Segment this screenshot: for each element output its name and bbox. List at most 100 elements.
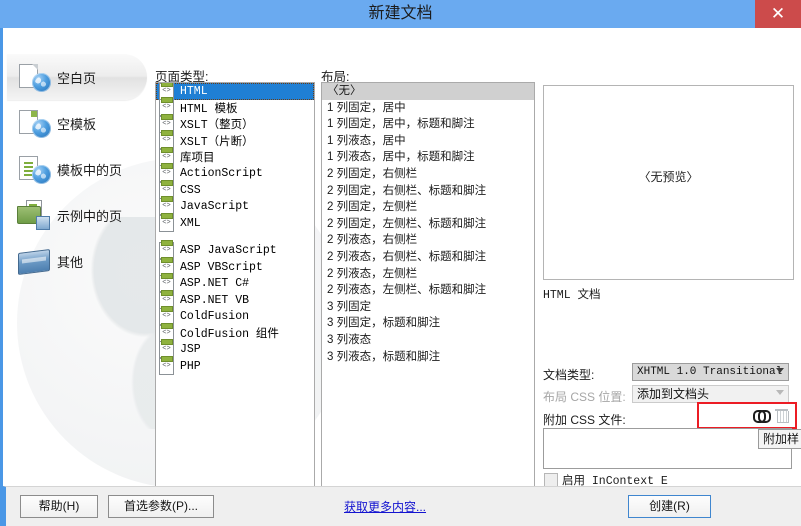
preview-box: 〈无预览〉 [543, 85, 794, 280]
preferences-button[interactable]: 首选参数(P)... [108, 495, 214, 518]
list-item[interactable]: 2 列固定，右侧栏 [322, 166, 534, 183]
list-item[interactable]: 2 列液态，右侧栏 [322, 232, 534, 249]
doctype-label: 文档类型: [543, 368, 595, 382]
layout-list[interactable]: 〈无〉 1 列固定，居中 1 列固定，居中，标题和脚注 1 列液态，居中 1 列… [321, 82, 535, 488]
sidebar-item-blank-page[interactable]: 空白页 [7, 54, 147, 100]
attach-css-label: 附加 CSS 文件: [543, 413, 626, 427]
list-item[interactable]: 2 列固定，右侧栏、标题和脚注 [322, 183, 534, 200]
new-document-dialog: 新建文档 ✕ 空白页 空模板 模板中的页 示例中的页 其他 页面类型: <> H… [0, 0, 801, 526]
attach-css-file-list[interactable] [543, 428, 792, 469]
list-item-label: HTML 模板 [180, 102, 238, 116]
list-item[interactable]: JSP [156, 339, 314, 359]
list-item[interactable]: 3 列液态 [322, 332, 534, 349]
preview-caption: HTML 文档 [543, 289, 601, 302]
css-position-label: 布局 CSS 位置: [543, 390, 626, 404]
code-file-icon [159, 212, 174, 232]
page-from-sample-icon [17, 200, 51, 230]
blank-page-icon [17, 62, 51, 92]
list-item[interactable]: ActionScript [156, 163, 314, 183]
list-item[interactable]: 3 列固定，标题和脚注 [322, 315, 534, 332]
list-item[interactable]: 3 列固定 [322, 299, 534, 316]
dialog-body: 空白页 空模板 模板中的页 示例中的页 其他 页面类型: <> HTML <> … [0, 28, 801, 526]
css-position-select: 添加到文档头 [632, 385, 789, 403]
chevron-down-icon [776, 368, 784, 373]
list-item[interactable]: ASP.NET C# [156, 273, 314, 293]
list-item[interactable]: 2 列液态，左侧栏 [322, 266, 534, 283]
list-item[interactable]: 2 列固定，左侧栏 [322, 199, 534, 216]
tooltip: 附加样 [758, 429, 801, 449]
title-bar: 新建文档 ✕ [0, 0, 801, 28]
sidebar-item-blank-template[interactable]: 空模板 [7, 100, 147, 146]
create-button[interactable]: 创建(R) [628, 495, 711, 518]
list-item-label: JavaScript [180, 200, 250, 214]
list-item[interactable]: XSLT（整页） [156, 113, 314, 133]
list-item-label: ASP.NET C# [180, 277, 250, 291]
doctype-value: XHTML 1.0 Transitional [637, 366, 783, 378]
list-item[interactable]: PHP [156, 355, 314, 375]
list-item-label: XML [180, 216, 201, 230]
list-item-label: HTML [180, 84, 208, 98]
list-item[interactable]: 1 列固定，居中 [322, 100, 534, 117]
list-item-label: ASP VBScript [180, 260, 263, 274]
blank-template-icon [17, 108, 51, 138]
category-label: 空白页 [57, 70, 97, 86]
sidebar-item-page-from-sample[interactable]: 示例中的页 [7, 192, 147, 238]
list-item[interactable]: 1 列液态，居中 [322, 133, 534, 150]
list-item-label: ASP.NET VB [180, 293, 250, 307]
category-list: 空白页 空模板 模板中的页 示例中的页 其他 [7, 54, 147, 284]
doctype-select[interactable]: XHTML 1.0 Transitional [632, 363, 789, 381]
list-item[interactable]: 1 列液态，居中，标题和脚注 [322, 149, 534, 166]
checkbox-icon[interactable] [544, 473, 558, 487]
window-title: 新建文档 [368, 5, 433, 22]
list-item[interactable]: 1 列固定，居中，标题和脚注 [322, 116, 534, 133]
close-button[interactable]: ✕ [755, 0, 801, 28]
category-label: 其他 [57, 254, 84, 270]
list-item[interactable]: 〈无〉 [322, 83, 534, 100]
list-item[interactable]: CSS [156, 179, 314, 199]
list-item[interactable]: HTML [156, 83, 314, 100]
list-item[interactable]: ASP.NET VB [156, 289, 314, 309]
sidebar-item-page-from-template[interactable]: 模板中的页 [7, 146, 147, 192]
list-item[interactable]: HTML 模板 [156, 97, 314, 117]
list-item[interactable]: 2 列液态，左侧栏、标题和脚注 [322, 282, 534, 299]
category-label: 空模板 [57, 116, 97, 132]
page-from-template-icon [17, 154, 51, 184]
code-file-icon [159, 355, 174, 375]
attach-link-icon[interactable] [753, 409, 771, 423]
category-label: 示例中的页 [57, 208, 123, 224]
trash-icon[interactable] [775, 408, 789, 423]
list-item[interactable]: ColdFusion [156, 306, 314, 326]
list-item[interactable]: 库项目 [156, 146, 314, 166]
list-item[interactable]: 3 列液态，标题和脚注 [322, 349, 534, 366]
list-item-label: XSLT（整页） [180, 119, 254, 133]
list-item-label: CSS [180, 183, 201, 197]
other-icon [17, 246, 51, 276]
list-item-label: PHP [180, 359, 201, 373]
css-position-value: 添加到文档头 [637, 387, 710, 401]
list-item-label: ColdFusion 组件 [180, 328, 279, 342]
list-item-label: ColdFusion [180, 310, 250, 324]
list-item[interactable]: JavaScript [156, 196, 314, 216]
list-item[interactable]: ASP VBScript [156, 256, 314, 276]
list-item-label: ActionScript [180, 167, 263, 181]
sidebar-item-other[interactable]: 其他 [7, 238, 147, 284]
list-item-label: ASP JavaScript [180, 244, 277, 258]
list-item[interactable]: XSLT（片断） [156, 130, 314, 150]
page-type-list[interactable]: HTML HTML 模板 XSLT（整页） XSLT（片断） 库项目 Actio… [155, 82, 315, 488]
get-more-content-link[interactable]: 获取更多内容... [344, 498, 426, 515]
list-item-label: JSP [180, 343, 201, 357]
list-separator [156, 232, 314, 243]
list-item[interactable]: 2 列液态，右侧栏、标题和脚注 [322, 249, 534, 266]
category-label: 模板中的页 [57, 162, 123, 178]
list-item-label: XSLT（片断） [180, 135, 254, 149]
list-item[interactable]: ColdFusion 组件 [156, 322, 314, 342]
help-button[interactable]: 帮助(H) [20, 495, 98, 518]
list-item[interactable]: ASP JavaScript [156, 240, 314, 260]
footer-bar: 帮助(H) 首选参数(P)... 获取更多内容... 创建(R) [3, 486, 801, 526]
preview-placeholder-text: 〈无预览〉 [638, 170, 699, 184]
list-item-label: 库项目 [180, 152, 215, 166]
attach-css-toolbar [721, 407, 789, 425]
chevron-down-icon [776, 390, 784, 395]
list-item[interactable]: XML [156, 212, 314, 232]
list-item[interactable]: 2 列固定，左侧栏、标题和脚注 [322, 216, 534, 233]
